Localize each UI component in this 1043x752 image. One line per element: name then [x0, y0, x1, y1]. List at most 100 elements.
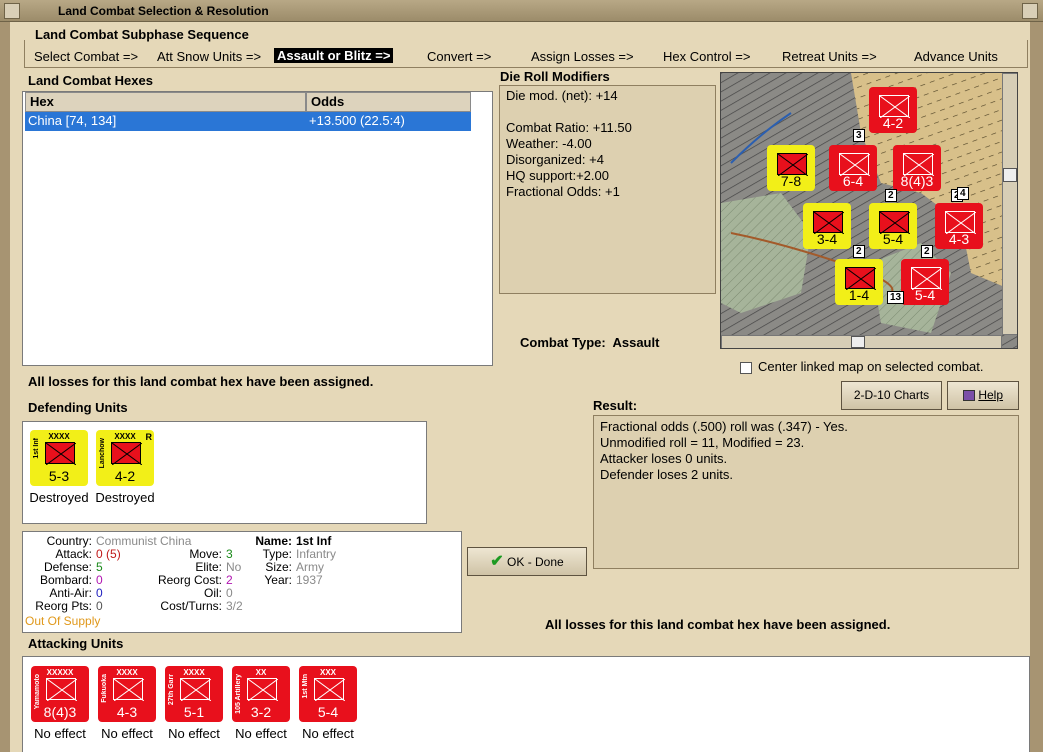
step-select-combat: Select Combat => [34, 49, 139, 64]
mod-weather: Weather: -4.00 [506, 136, 592, 151]
attacking-unit-0-counter[interactable]: XXXXX Yamamoto 8(4)3 [31, 666, 89, 722]
type-value: Infantry [296, 547, 337, 561]
ok-done-button[interactable]: ✔ OK - Done [467, 547, 587, 576]
year-value: 1937 [296, 573, 323, 587]
unit-strength: 4-2 [114, 468, 136, 484]
stack-count-badge: 3 [853, 129, 865, 142]
losses-message-top: All losses for this land combat hex have… [28, 374, 374, 389]
attacking-unit-1-counter[interactable]: XXXX Fukuoka 4-3 [98, 666, 156, 722]
map-unit-0-counter[interactable]: 4-2 [869, 87, 917, 133]
result-line-3: Attacker loses 0 units. [600, 451, 728, 466]
mod-fractional: Fractional Odds: +1 [506, 184, 620, 199]
attacking-unit-3-counter[interactable]: XX 105 Artillery 3-2 [232, 666, 290, 722]
defense-label: Defense: [43, 560, 92, 574]
map-unit-6-counter[interactable]: 4-3 [935, 203, 983, 249]
unit-strength: 8(4)3 [43, 704, 77, 720]
unit-strength: 5-4 [914, 287, 936, 303]
checkmark-icon: ✔ [490, 553, 504, 570]
mod-net: Die mod. (net): +14 [506, 88, 618, 103]
stack-count-badge: 13 [887, 291, 905, 304]
map-unit-3-counter[interactable]: 8(4)3 [893, 145, 941, 191]
unit-strength: 4-3 [116, 704, 138, 720]
system-menu-icon[interactable] [4, 3, 20, 19]
defending-unit-1-counter[interactable]: XXXX Lanchow R 4-2 [96, 430, 154, 486]
map-unit-2-counter[interactable]: 6-4 [829, 145, 877, 191]
map-unit-7-counter[interactable]: 1-4 [835, 259, 883, 305]
unit-strength: 4-2 [882, 115, 904, 131]
frame-left [0, 22, 10, 752]
map-view[interactable]: 4-27-86-48(4)33-45-44-31-45-432242213 [720, 72, 1018, 349]
name-value: 1st Inf [296, 534, 332, 548]
unit-strength: 5-3 [48, 468, 70, 484]
charts-button[interactable]: 2-D-10 Charts [841, 381, 942, 410]
map-hscroll-thumb[interactable] [851, 336, 865, 348]
unit-strength: 6-4 [842, 173, 864, 189]
title-bar: Land Combat Selection & Resolution [0, 0, 1043, 22]
center-map-checkbox[interactable] [740, 362, 752, 374]
infantry-symbol-icon [46, 678, 78, 702]
attacking-unit-2-counter[interactable]: XXXX 27th Garr 5-1 [165, 666, 223, 722]
attacking-unit-status: No effect [34, 726, 86, 741]
infantry-symbol-icon [45, 442, 77, 466]
unit-name: Fukuoka [101, 674, 108, 703]
hexes-table: Hex Odds China [74, 134] +13.500 (22.5:4… [22, 91, 493, 366]
defending-heading: Defending Units [28, 400, 128, 415]
type-label: Type: [262, 547, 292, 561]
help-label: Help [978, 388, 1004, 402]
attack-value: 0 (5) [96, 547, 121, 561]
name-label: Name: [255, 534, 292, 548]
unit-name: 27th Garr [168, 674, 175, 706]
infantry-symbol-icon [911, 267, 943, 291]
result-line-2: Unmodified roll = 11, Modified = 23. [600, 435, 805, 450]
move-label: Move: [189, 547, 222, 561]
infantry-symbol-icon [813, 211, 845, 235]
unit-strength: 7-8 [780, 173, 802, 189]
country-label: Country: [46, 534, 92, 548]
unit-name: 1st Mtn [302, 674, 309, 699]
country-value: Communist China [96, 534, 192, 548]
help-button[interactable]: Help [947, 381, 1019, 410]
result-line-1: Fractional odds (.500) roll was (.347) -… [600, 419, 848, 434]
infantry-symbol-icon [879, 211, 911, 235]
infantry-symbol-icon [903, 153, 935, 177]
hex-row-odds[interactable]: +13.500 (22.5:4) [306, 112, 471, 131]
size-value: Army [296, 560, 324, 574]
attacking-unit-4-counter[interactable]: XXX 1st Mtn 5-4 [299, 666, 357, 722]
ok-done-label: OK - Done [507, 555, 564, 569]
step-att-snow: Att Snow Units => [157, 49, 262, 64]
losses-message-bottom: All losses for this land combat hex have… [545, 617, 891, 632]
step-assault-blitz: Assault or Blitz => [274, 48, 394, 63]
infantry-symbol-icon [879, 95, 911, 119]
infantry-symbol-icon [777, 153, 809, 177]
col-odds[interactable]: Odds [306, 92, 471, 112]
mod-combat-ratio: Combat Ratio: +11.50 [506, 120, 632, 135]
map-unit-5-counter[interactable]: 5-4 [869, 203, 917, 249]
unit-name: Lanchow [99, 438, 106, 469]
antiair-value: 0 [96, 586, 103, 600]
size-label: Size: [265, 560, 292, 574]
attacking-unit-status: No effect [101, 726, 153, 741]
map-unit-4-counter[interactable]: 3-4 [803, 203, 851, 249]
hex-row-hex[interactable]: China [74, 134] [25, 112, 306, 131]
cost-turns-value: 3/2 [226, 599, 243, 613]
defending-unit-status: Destroyed [29, 490, 89, 505]
map-vscroll[interactable] [1002, 73, 1017, 335]
attacking-unit-status: No effect [235, 726, 287, 741]
result-line-4: Defender loses 2 units. [600, 467, 733, 482]
antiair-label: Anti-Air: [49, 586, 92, 600]
year-label: Year: [264, 573, 292, 587]
attacking-unit-status: No effect [168, 726, 220, 741]
map-unit-8-counter[interactable]: 5-4 [901, 259, 949, 305]
col-hex[interactable]: Hex [25, 92, 306, 112]
unit-strength: 4-3 [948, 231, 970, 247]
infantry-symbol-icon [180, 678, 212, 702]
infantry-symbol-icon [839, 153, 871, 177]
result-heading: Result: [593, 398, 638, 413]
elite-label: Elite: [195, 560, 222, 574]
close-icon[interactable] [1022, 3, 1038, 19]
map-vscroll-thumb[interactable] [1003, 168, 1017, 182]
defending-unit-0-counter[interactable]: XXXX 1st Inf 5-3 [30, 430, 88, 486]
unit-strength: 3-4 [816, 231, 838, 247]
step-assign-losses: Assign Losses => [531, 49, 634, 64]
map-unit-1-counter[interactable]: 7-8 [767, 145, 815, 191]
